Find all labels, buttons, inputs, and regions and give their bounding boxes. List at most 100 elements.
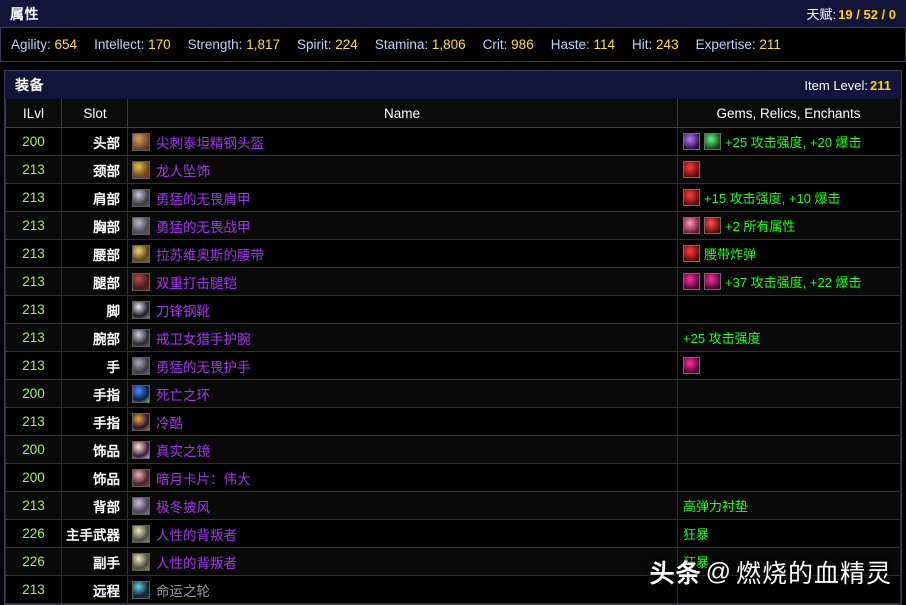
cell-gems-enchants: +15 攻击强度, +10 爆击 — [677, 183, 901, 212]
table-row[interactable]: 213 手 勇猛的无畏护手 — [5, 351, 901, 380]
cell-gems-enchants — [677, 295, 901, 324]
helm-icon[interactable] — [132, 132, 150, 151]
cell-gems-enchants: +25 攻击强度 — [677, 323, 901, 352]
shoulder-icon[interactable] — [132, 188, 150, 207]
item-name-link[interactable]: 人性的背叛者 — [156, 524, 237, 544]
equipment-panel: 装备 Item Level: 211 — [4, 70, 902, 99]
mainhand-weapon-icon[interactable] — [132, 524, 150, 543]
gem-red-icon[interactable] — [683, 161, 700, 178]
item-level-summary: Item Level: 211 — [804, 78, 891, 93]
item-name-link[interactable]: 勇猛的无畏护手 — [156, 356, 251, 376]
table-row[interactable]: 200 头部 尖刺泰坦精钢头盔 +25 攻击强度, +20 爆击 — [5, 127, 901, 156]
cell-gems-enchants — [677, 463, 901, 492]
cell-ilvl: 200 — [5, 463, 62, 492]
enchant-text: +15 攻击强度, +10 爆击 — [704, 191, 841, 206]
boots-icon[interactable] — [132, 300, 150, 319]
cell-ilvl: 213 — [5, 155, 62, 184]
darkmoon-card-icon[interactable] — [132, 468, 150, 487]
table-row[interactable]: 213 脚 刀锋钢靴 — [5, 295, 901, 324]
column-header-gems[interactable]: Gems, Relics, Enchants — [677, 99, 901, 128]
item-name-link[interactable]: 勇猛的无畏肩甲 — [156, 188, 251, 208]
stat-value: 1,817 — [246, 37, 280, 52]
cell-slot: 主手武器 — [61, 519, 128, 548]
stat-expertise: Expertise: 211 — [696, 37, 781, 52]
column-header-name[interactable]: Name — [127, 99, 678, 128]
cell-gems-enchants: +2 所有属性 — [677, 211, 901, 240]
stat-agility: Agility: 654 — [11, 37, 77, 52]
column-header-slot[interactable]: Slot — [61, 99, 128, 128]
table-row[interactable]: 213 远程 命运之轮 — [5, 575, 901, 604]
table-row[interactable]: 200 饰品 暗月卡片：伟大 — [5, 463, 901, 492]
gem-red-icon[interactable] — [683, 189, 700, 206]
gem-magenta-icon[interactable] — [683, 273, 700, 290]
cell-slot: 饰品 — [61, 435, 128, 464]
table-row[interactable]: 213 腕部 戒卫女猎手护腕 +25 攻击强度 — [5, 323, 901, 352]
trinket-star-icon[interactable] — [132, 440, 150, 459]
cell-slot: 头部 — [61, 127, 128, 156]
table-row[interactable]: 226 主手武器 人性的背叛者 狂暴 — [5, 519, 901, 548]
table-row[interactable]: 213 手指 冷酷 — [5, 407, 901, 436]
item-name-link[interactable]: 双重打击腿铠 — [156, 272, 237, 292]
offhand-weapon-icon[interactable] — [132, 552, 150, 571]
item-name-link[interactable]: 勇猛的无畏战甲 — [156, 216, 251, 236]
cell-gems-enchants — [677, 575, 901, 604]
item-name-link[interactable]: 真实之镜 — [156, 440, 210, 460]
cell-name: 命运之轮 — [127, 575, 678, 604]
table-row[interactable]: 213 肩部 勇猛的无畏肩甲 +15 攻击强度, +10 爆击 — [5, 183, 901, 212]
cloak-icon[interactable] — [132, 496, 150, 515]
item-name-link[interactable]: 刀锋钢靴 — [156, 300, 210, 320]
table-row[interactable]: 213 腰部 拉苏维奥斯的腰带 腰带炸弹 — [5, 239, 901, 268]
table-row[interactable]: 213 腿部 双重打击腿铠 +37 攻击强度, +22 爆击 — [5, 267, 901, 296]
gem-green-icon[interactable] — [704, 133, 721, 150]
attributes-header: 属性 天赋: 19 / 52 / 0 — [0, 0, 906, 28]
gem-pink-bright-icon[interactable] — [683, 217, 700, 234]
stat-label: Strength: — [187, 37, 243, 52]
enchant-text: +2 所有属性 — [725, 219, 796, 234]
cell-ilvl: 226 — [5, 519, 62, 548]
cell-slot: 腰部 — [61, 239, 128, 268]
cell-name: 暗月卡片：伟大 — [127, 463, 678, 492]
item-name-link[interactable]: 尖刺泰坦精钢头盔 — [156, 132, 264, 152]
table-row[interactable]: 213 背部 极冬披风 高弹力衬垫 — [5, 491, 901, 520]
bracer-icon[interactable] — [132, 328, 150, 347]
cell-ilvl: 213 — [5, 323, 62, 352]
cell-gems-enchants: 狂暴 — [677, 519, 901, 548]
table-row[interactable]: 200 饰品 真实之镜 — [5, 435, 901, 464]
stat-label: Spirit: — [297, 37, 332, 52]
cell-slot: 背部 — [61, 491, 128, 520]
item-name-link[interactable]: 极冬披风 — [156, 496, 210, 516]
ring-blue-icon[interactable] — [132, 384, 150, 403]
gem-magenta-icon[interactable] — [704, 273, 721, 290]
gem-red-icon[interactable] — [704, 217, 721, 234]
cell-slot: 手指 — [61, 407, 128, 436]
item-name-link[interactable]: 冷酷 — [156, 412, 183, 432]
enchant-text: +25 攻击强度 — [683, 331, 761, 346]
item-name-link[interactable]: 暗月卡片：伟大 — [156, 468, 251, 488]
column-header-ilvl[interactable]: ILvl — [5, 99, 62, 128]
ring-gold-icon[interactable] — [132, 412, 150, 431]
table-row[interactable]: 213 颈部 龙人坠饰 — [5, 155, 901, 184]
legs-icon[interactable] — [132, 272, 150, 291]
table-row[interactable]: 200 手指 死亡之环 — [5, 379, 901, 408]
item-name-link[interactable]: 龙人坠饰 — [156, 160, 210, 180]
gem-red-icon[interactable] — [683, 245, 700, 262]
necklace-icon[interactable] — [132, 160, 150, 179]
item-name-link[interactable]: 死亡之环 — [156, 384, 210, 404]
item-name-link[interactable]: 戒卫女猎手护腕 — [156, 328, 251, 348]
stat-label: Intellect: — [94, 37, 145, 52]
item-name-link[interactable]: 命运之轮 — [156, 580, 210, 600]
table-row[interactable]: 226 副手 人性的背叛者 狂暴 — [5, 547, 901, 576]
stat-value: 114 — [593, 37, 616, 52]
table-row[interactable]: 213 胸部 勇猛的无畏战甲 +2 所有属性 — [5, 211, 901, 240]
ranged-weapon-icon[interactable] — [132, 580, 150, 599]
chest-icon[interactable] — [132, 216, 150, 235]
gem-magenta-icon[interactable] — [683, 357, 700, 374]
item-name-link[interactable]: 人性的背叛者 — [156, 552, 237, 572]
gem-purple-crescent-icon[interactable] — [683, 133, 700, 150]
stat-label: Expertise: — [695, 37, 756, 52]
enchant-text: 腰带炸弹 — [704, 247, 757, 262]
cell-gems-enchants: +25 攻击强度, +20 爆击 — [677, 127, 901, 156]
belt-icon[interactable] — [132, 244, 150, 263]
gloves-icon[interactable] — [132, 356, 150, 375]
item-name-link[interactable]: 拉苏维奥斯的腰带 — [156, 244, 264, 264]
